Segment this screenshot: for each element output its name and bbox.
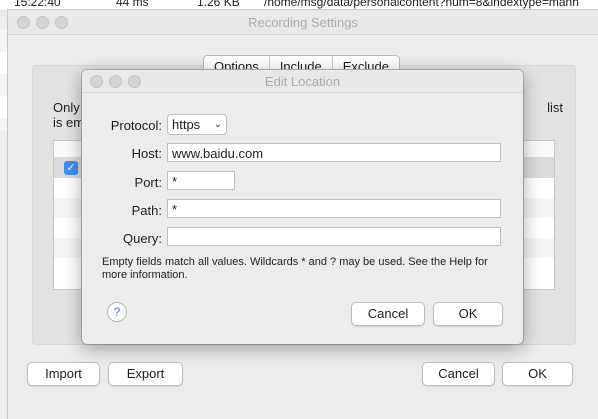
description-left: Only is em — [53, 100, 84, 130]
log-duration: 44 ms — [116, 0, 149, 9]
query-label: Query: — [122, 231, 162, 246]
description-line-2: is em — [53, 115, 85, 130]
export-button[interactable]: Export — [108, 362, 183, 386]
cancel-button[interactable]: Cancel — [422, 362, 495, 386]
protocol-label: Protocol: — [110, 118, 162, 133]
host-label: Host: — [131, 146, 162, 161]
dialog-titlebar: Edit Location — [82, 70, 523, 93]
log-time: 15:22:40 — [14, 0, 61, 9]
dialog-ok-button[interactable]: OK — [433, 302, 503, 326]
log-path: /home/msg/data/personalcontent?num=8&ind… — [264, 0, 579, 9]
wildcard-hint: Empty fields match all values. Wildcards… — [102, 256, 488, 281]
window-titlebar: Recording Settings — [8, 10, 598, 35]
background-log-row: 15:22:40 44 ms 1.26 KB /home/msg/data/pe… — [0, 0, 598, 10]
check-icon[interactable]: ✓ — [64, 161, 78, 175]
chevron-updown-icon: ⌄ — [213, 119, 222, 130]
protocol-select[interactable]: https ⌄ — [167, 114, 227, 135]
path-field[interactable]: * — [167, 199, 501, 218]
host-field[interactable]: www.baidu.com — [167, 143, 501, 162]
dialog-title: Edit Location — [264, 74, 341, 89]
protocol-value: https — [172, 117, 201, 132]
help-icon[interactable]: ? — [107, 302, 127, 322]
description-line-1: Only — [53, 100, 80, 115]
ok-button[interactable]: OK — [502, 362, 573, 386]
dialog-cancel-button[interactable]: Cancel — [351, 302, 425, 326]
background-list-edge — [0, 30, 8, 130]
import-button[interactable]: Import — [27, 362, 100, 386]
window-title: Recording Settings — [248, 15, 358, 30]
description-right: list — [547, 100, 563, 115]
path-label: Path: — [131, 203, 162, 218]
edit-location-dialog: Edit Location Protocol: https ⌄ Host: ww… — [82, 70, 523, 344]
log-size: 1.26 KB — [197, 0, 240, 9]
port-label: Port: — [134, 175, 162, 190]
query-field[interactable] — [167, 227, 501, 246]
port-field[interactable]: * — [167, 171, 235, 190]
